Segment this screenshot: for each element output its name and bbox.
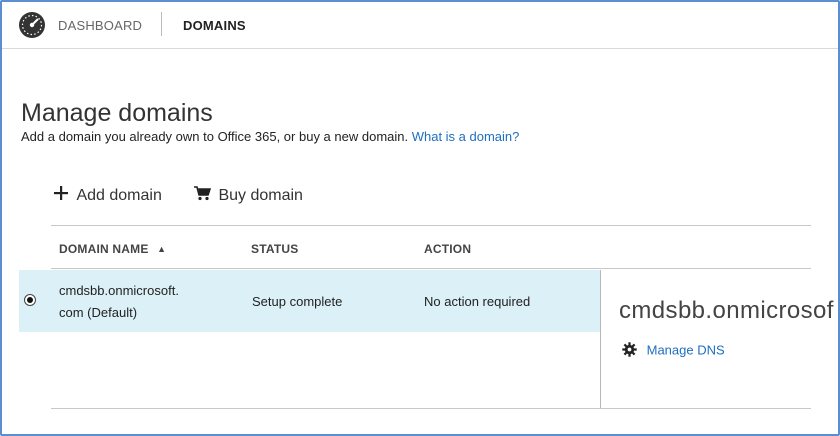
row-radio-button[interactable] bbox=[24, 294, 36, 306]
gear-icon bbox=[622, 342, 637, 360]
intro-sentence: Add a domain you already own to Office 3… bbox=[21, 129, 412, 144]
action-cell: No action required bbox=[424, 294, 531, 309]
column-header-status: STATUS bbox=[251, 242, 299, 256]
detail-domain-title: cmdsbb.onmicrosoft.com bbox=[619, 297, 834, 324]
column-header-domain-name[interactable]: DOMAIN NAME ▲ bbox=[59, 242, 166, 256]
nav-separator bbox=[161, 12, 162, 36]
table-bottom-border bbox=[51, 408, 811, 409]
column-header-action: ACTION bbox=[424, 242, 472, 256]
intro-text: Add a domain you already own to Office 3… bbox=[21, 129, 519, 144]
manage-dns-label: Manage DNS bbox=[646, 342, 725, 358]
status-cell: Setup complete bbox=[252, 294, 343, 309]
nav-dashboard-link[interactable]: DASHBOARD bbox=[58, 18, 142, 33]
top-navigation: DASHBOARD DOMAINS bbox=[2, 2, 838, 48]
nav-domains-current: DOMAINS bbox=[183, 18, 246, 33]
add-domain-label: Add domain bbox=[76, 186, 162, 204]
page-title: Manage domains bbox=[21, 98, 213, 127]
domain-name-line2: com (Default) bbox=[59, 305, 138, 320]
detail-pane-divider bbox=[600, 270, 601, 409]
cart-icon bbox=[194, 186, 212, 206]
column-header-domain-name-label: DOMAIN NAME bbox=[59, 242, 149, 256]
domain-name-line1: cmdsbb.onmicrosoft. bbox=[59, 283, 179, 298]
buy-domain-button[interactable]: Buy domain bbox=[194, 186, 303, 206]
domain-name-cell: cmdsbb.onmicrosoft. com (Default) bbox=[59, 280, 234, 324]
app-frame: DASHBOARD DOMAINS Manage domains Add a d… bbox=[0, 0, 840, 436]
speedometer-icon[interactable] bbox=[18, 11, 46, 39]
what-is-domain-link[interactable]: What is a domain? bbox=[412, 129, 520, 144]
table-header-border bbox=[51, 268, 811, 269]
manage-dns-link[interactable]: Manage DNS bbox=[622, 342, 725, 360]
buy-domain-label: Buy domain bbox=[218, 187, 303, 205]
table-top-border bbox=[51, 225, 811, 226]
radio-selected-dot bbox=[27, 297, 33, 303]
nav-divider bbox=[2, 48, 838, 49]
add-domain-button[interactable]: Add domain bbox=[54, 186, 162, 205]
plus-icon bbox=[54, 186, 68, 205]
sort-ascending-icon: ▲ bbox=[157, 244, 167, 254]
